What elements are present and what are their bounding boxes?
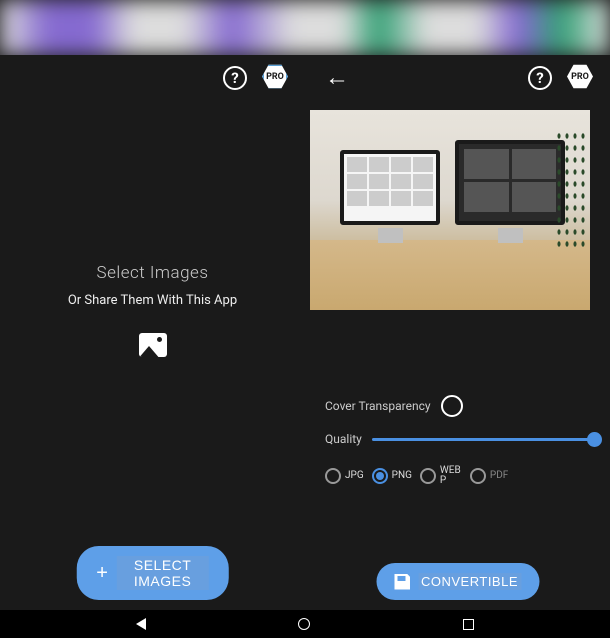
format-option-png[interactable]: PNG — [372, 468, 412, 484]
plus-icon: + — [96, 562, 108, 585]
quality-row: Quality — [325, 432, 600, 446]
android-nav-bar — [0, 610, 610, 638]
conversion-controls: Cover Transparency Quality JPG PNG — [325, 395, 600, 486]
format-label: JPG — [345, 471, 364, 481]
left-empty-state: Select Images Or Share Them With This Ap… — [0, 100, 305, 520]
select-images-button[interactable]: + SELECT IMAGES — [76, 546, 229, 600]
pro-badge-label: PRO — [567, 64, 593, 90]
right-top-bar: ← ? PRO — [305, 55, 610, 100]
radio-icon — [470, 468, 486, 484]
nav-recent-icon[interactable] — [463, 619, 474, 630]
pro-badge[interactable]: PRO — [567, 64, 595, 92]
nav-back-icon[interactable] — [136, 618, 146, 630]
save-icon — [394, 574, 410, 590]
radio-icon — [420, 468, 436, 484]
back-icon[interactable]: ← — [325, 63, 349, 92]
background-blur-strip — [0, 0, 610, 55]
nav-home-icon[interactable] — [298, 618, 310, 630]
format-label: PNG — [392, 471, 412, 481]
pro-badge-label: PRO — [262, 64, 288, 90]
help-icon[interactable]: ? — [528, 66, 552, 90]
right-screen: ← ? PRO Cover Transparency Quality — [305, 55, 610, 610]
format-label: PDF — [490, 471, 508, 481]
help-icon[interactable]: ? — [223, 66, 247, 90]
image-preview-thumbnail[interactable] — [310, 110, 590, 310]
share-subheading: Or Share Them With This App — [68, 293, 237, 308]
cover-transparency-label: Cover Transparency — [325, 399, 431, 413]
cover-transparency-toggle[interactable] — [441, 395, 463, 417]
format-option-pdf[interactable]: PDF — [470, 468, 508, 484]
format-radio-group: JPG PNG WEBP PDF — [325, 466, 600, 486]
radio-icon — [325, 468, 341, 484]
left-top-bar: ? PRO — [0, 55, 305, 100]
image-icon — [139, 333, 167, 357]
left-screen: ? PRO Select Images Or Share Them With T… — [0, 55, 305, 610]
pro-badge[interactable]: PRO — [262, 64, 290, 92]
select-images-label: SELECT IMAGES — [116, 556, 208, 590]
select-heading: Select Images — [97, 263, 209, 283]
cover-transparency-row: Cover Transparency — [325, 395, 600, 417]
quality-slider-thumb[interactable] — [587, 432, 602, 447]
quality-label: Quality — [325, 432, 362, 446]
quality-slider[interactable] — [372, 438, 600, 441]
format-option-jpg[interactable]: JPG — [325, 468, 364, 484]
convert-button-label: CONVERTIBLE — [418, 573, 521, 590]
format-label: WEBP — [440, 466, 462, 486]
format-option-webp[interactable]: WEBP — [420, 466, 462, 486]
radio-icon — [372, 468, 388, 484]
convert-button[interactable]: CONVERTIBLE — [376, 563, 539, 600]
